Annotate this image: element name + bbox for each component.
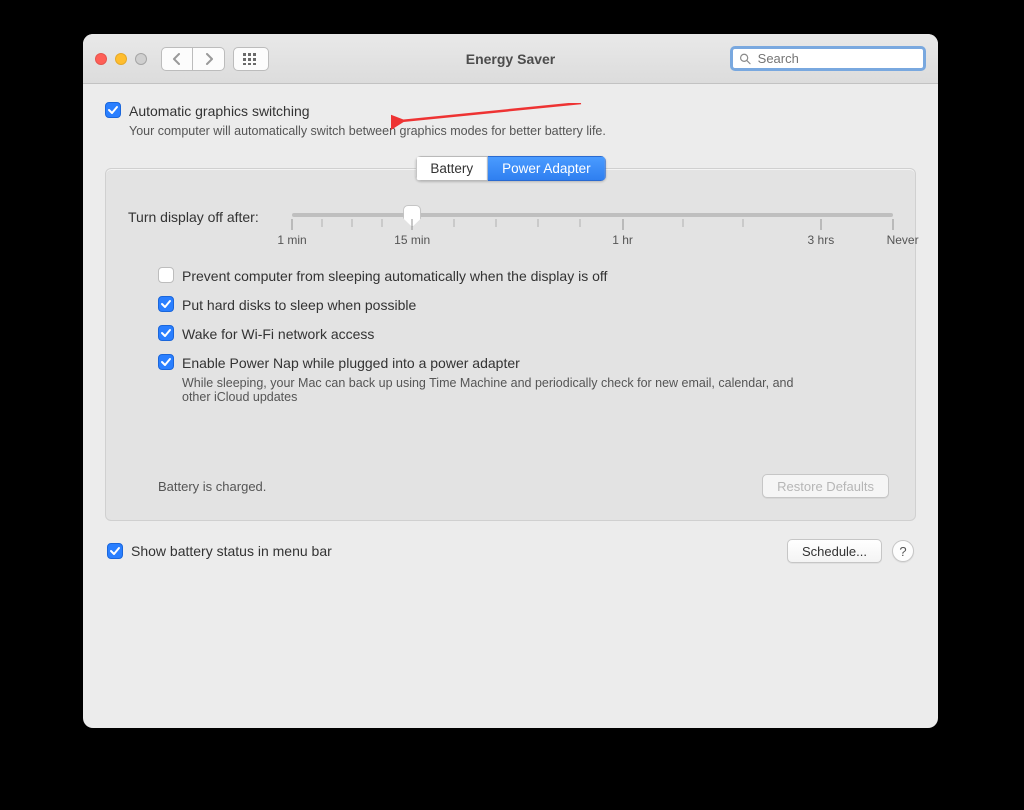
display-off-label: Turn display off after: — [128, 209, 278, 225]
power-nap-description: While sleeping, your Mac can back up usi… — [182, 376, 822, 404]
annotation-arrow-icon — [391, 103, 591, 137]
help-button[interactable]: ? — [892, 540, 914, 562]
forward-button[interactable] — [193, 47, 225, 71]
power-source-segmented-control: Battery Power Adapter — [415, 156, 605, 181]
back-button[interactable] — [161, 47, 193, 71]
prevent-sleep-label: Prevent computer from sleeping automatic… — [182, 267, 607, 285]
search-icon — [739, 52, 752, 66]
battery-status-text: Battery is charged. — [158, 479, 266, 494]
show-all-button[interactable] — [233, 47, 269, 71]
wake-wifi-checkbox[interactable] — [158, 325, 174, 341]
search-field[interactable] — [730, 46, 926, 71]
grid-icon — [243, 53, 259, 65]
wake-wifi-label: Wake for Wi-Fi network access — [182, 325, 374, 343]
zoom-window-button — [135, 53, 147, 65]
prevent-sleep-checkbox[interactable] — [158, 267, 174, 283]
help-icon: ? — [899, 544, 906, 559]
tab-power-adapter[interactable]: Power Adapter — [488, 156, 606, 181]
show-battery-menu-checkbox[interactable] — [107, 543, 123, 559]
power-nap-checkbox[interactable] — [158, 354, 174, 370]
slider-ticks — [292, 219, 893, 229]
auto-graphics-checkbox[interactable] — [105, 102, 121, 118]
chevron-right-icon — [204, 53, 214, 65]
hd-sleep-checkbox[interactable] — [158, 296, 174, 312]
restore-defaults-button[interactable]: Restore Defaults — [762, 474, 889, 498]
show-battery-menu-label: Show battery status in menu bar — [131, 542, 332, 560]
power-nap-label: Enable Power Nap while plugged into a po… — [182, 354, 822, 372]
title-bar: Energy Saver — [83, 34, 938, 84]
hd-sleep-label: Put hard disks to sleep when possible — [182, 296, 416, 314]
chevron-left-icon — [172, 53, 182, 65]
preferences-window: Energy Saver Automatic graphics switchin… — [83, 34, 938, 728]
check-icon — [107, 104, 119, 116]
nav-buttons — [161, 47, 225, 71]
minimize-window-button[interactable] — [115, 53, 127, 65]
search-input[interactable] — [756, 50, 917, 67]
display-off-slider[interactable] — [292, 213, 893, 217]
schedule-button[interactable]: Schedule... — [787, 539, 882, 563]
close-window-button[interactable] — [95, 53, 107, 65]
tab-battery[interactable]: Battery — [415, 156, 488, 181]
window-controls — [95, 53, 147, 65]
power-panel: Battery Power Adapter Turn display off a… — [105, 168, 916, 521]
